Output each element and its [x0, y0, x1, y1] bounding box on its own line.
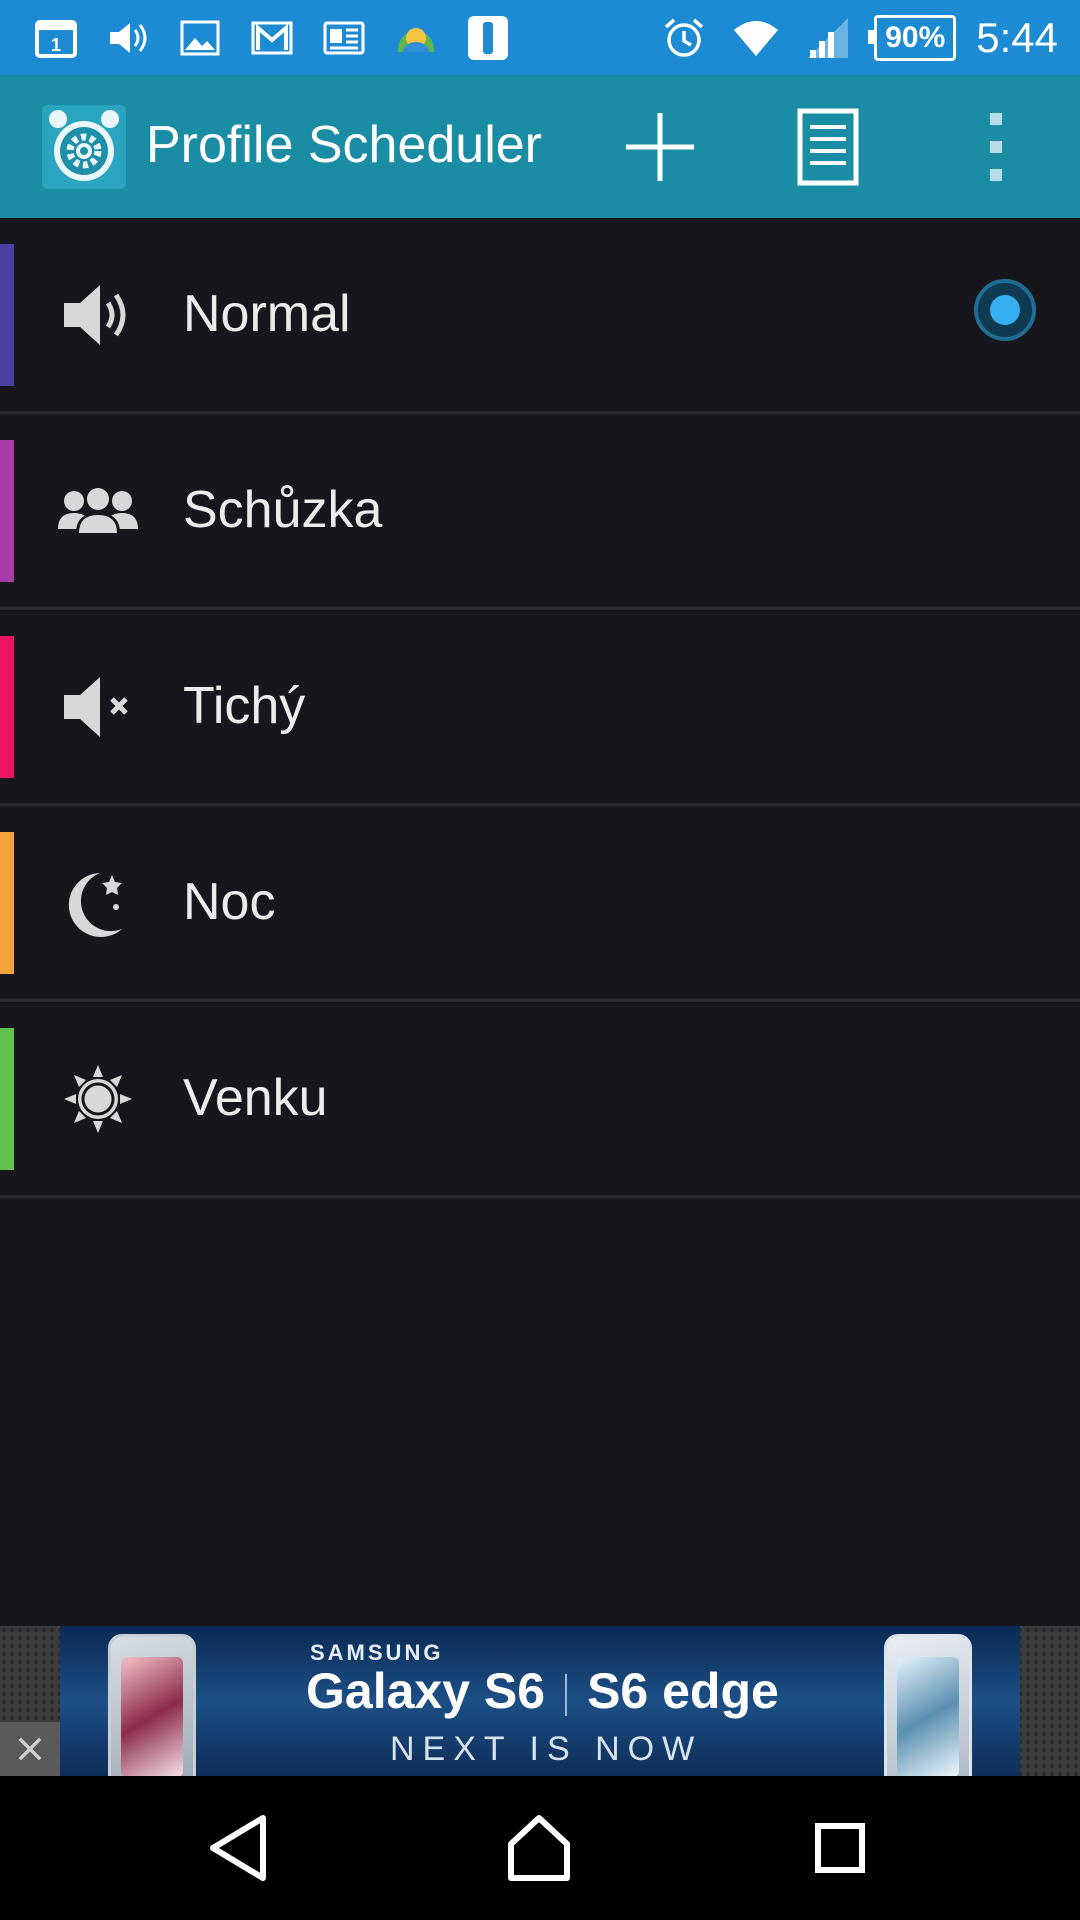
notification-app-icon [462, 12, 514, 64]
back-button[interactable] [193, 1800, 289, 1896]
ad-tagline: NEXT IS NOW [390, 1730, 703, 1768]
overflow-menu-icon [990, 113, 1002, 181]
home-icon [508, 1815, 570, 1881]
active-profile-radio[interactable] [974, 279, 1036, 341]
alarm-icon [658, 12, 710, 64]
home-button[interactable] [491, 1800, 587, 1896]
profile-label: Noc [183, 873, 276, 931]
recents-button[interactable] [792, 1800, 888, 1896]
close-icon [18, 1737, 42, 1761]
moon-stars-icon [56, 861, 140, 945]
calendar-icon: 1 [30, 12, 82, 64]
ad-banner[interactable]: SAMSUNG Galaxy S6 S6 edge NEXT IS NOW [60, 1626, 1020, 1776]
profile-color-stripe [0, 440, 14, 582]
ad-phone-image-left [108, 1634, 196, 1776]
profile-color-stripe [0, 244, 14, 386]
volume-icon [102, 12, 154, 64]
profile-row-tichy[interactable]: Tichý [0, 610, 1080, 806]
ad-separator [565, 1673, 568, 1716]
profile-label: Normal [183, 285, 351, 343]
schedule-list-button[interactable] [784, 103, 872, 191]
ad-phone-image-right [884, 1634, 972, 1776]
overflow-menu-button[interactable] [952, 103, 1040, 191]
profile-row-noc[interactable]: Noc [0, 806, 1080, 1002]
status-bar: 1 90% 5:44 [0, 0, 1080, 75]
news-icon [318, 12, 370, 64]
gallery-icon [174, 12, 226, 64]
profile-list: Normal Schůzka Tichý Noc Venku [0, 218, 1080, 1198]
battery-indicator: 90% [868, 14, 957, 61]
profile-row-venku[interactable]: Venku [0, 1002, 1080, 1198]
wifi-icon [730, 12, 782, 64]
app-title: Profile Scheduler [146, 116, 542, 174]
profile-color-stripe [0, 1028, 14, 1170]
profile-row-schuzka[interactable]: Schůzka [0, 414, 1080, 610]
alarm-clock-gear-icon [42, 105, 126, 189]
ad-banner-area: SAMSUNG Galaxy S6 S6 edge NEXT IS NOW [0, 1626, 1080, 1776]
profile-label: Schůzka [183, 481, 383, 539]
profile-color-stripe [0, 832, 14, 974]
ad-headline-left: Galaxy S6 [306, 1663, 546, 1719]
app-bar: Profile Scheduler [0, 75, 1080, 218]
navigation-bar [0, 1776, 1080, 1920]
svg-text:1: 1 [51, 35, 61, 55]
meeting-icon [56, 469, 140, 553]
add-profile-button[interactable] [616, 103, 704, 191]
radio-dot [990, 295, 1020, 325]
mute-icon [56, 665, 140, 749]
back-icon [210, 1815, 266, 1881]
gmail-icon [246, 12, 298, 64]
volume-icon [56, 273, 140, 357]
weather-icon [390, 12, 442, 64]
ad-close-button[interactable] [0, 1722, 60, 1776]
ad-headline-right: S6 edge [587, 1663, 779, 1719]
sun-icon [56, 1057, 140, 1141]
recents-icon [815, 1823, 865, 1873]
profile-row-normal[interactable]: Normal [0, 218, 1080, 414]
signal-icon [802, 12, 854, 64]
status-time: 5:44 [976, 13, 1058, 61]
profile-color-stripe [0, 636, 14, 778]
list-icon [797, 108, 859, 186]
profile-label: Tichý [183, 677, 306, 735]
profile-label: Venku [183, 1069, 328, 1127]
add-icon [626, 113, 694, 181]
ad-headline: Galaxy S6 S6 edge [306, 1662, 779, 1720]
